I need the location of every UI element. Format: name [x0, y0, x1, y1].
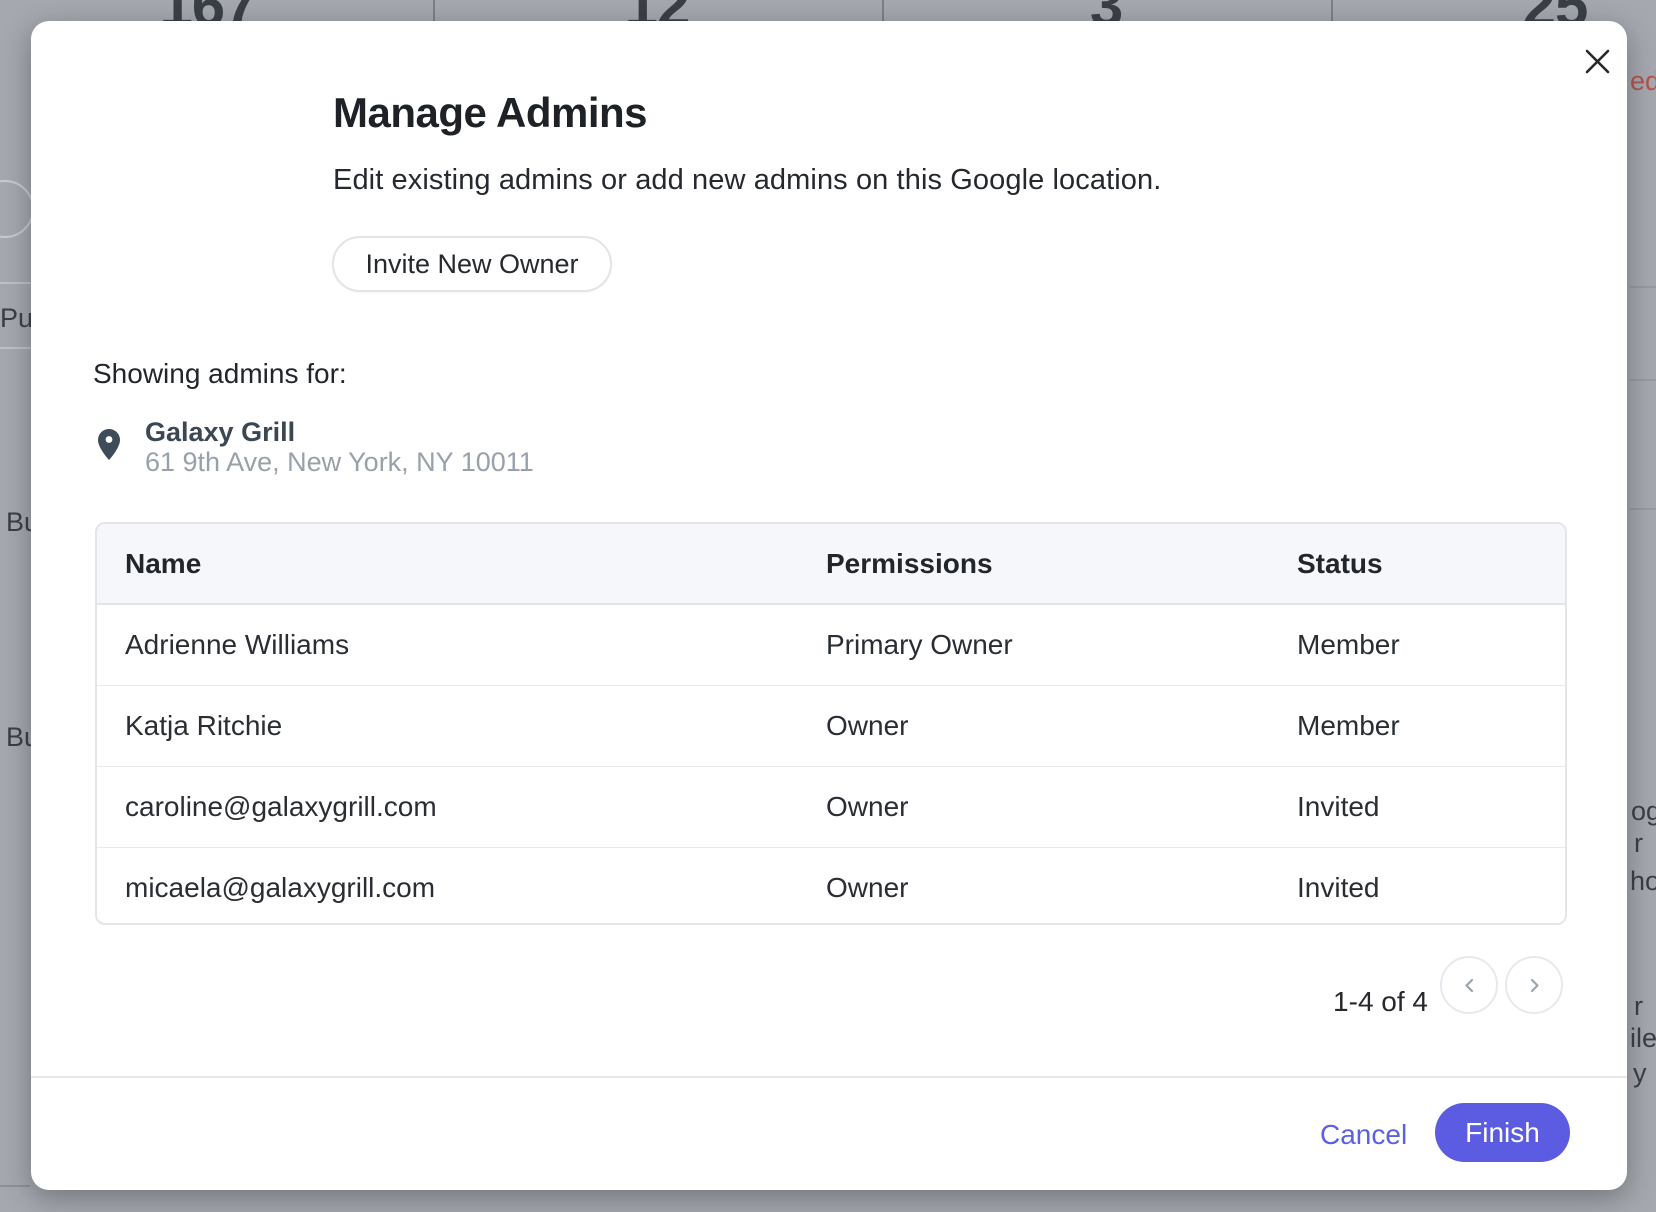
chevron-right-icon	[1527, 977, 1542, 994]
manage-admins-modal: Manage Admins Edit existing admins or ad…	[31, 21, 1627, 1190]
table-row[interactable]: Adrienne Williams Primary Owner Member	[97, 605, 1565, 686]
admin-status: Member	[1297, 686, 1400, 766]
admin-name: Adrienne Williams	[125, 605, 349, 685]
admin-status: Member	[1297, 605, 1400, 685]
bg-text-fragment-og: og	[1631, 796, 1656, 826]
bg-row-line	[0, 282, 31, 284]
bg-text-fragment-ile: ile	[1630, 1023, 1656, 1053]
column-header-permissions: Permissions	[826, 524, 993, 603]
bg-text-fragment-bu: Bu	[6, 722, 31, 752]
location-address: 61 9th Ave, New York, NY 10011	[145, 447, 534, 478]
bg-row-line	[0, 347, 31, 349]
bg-row-line	[1630, 379, 1656, 381]
bg-search-pill-fragment	[0, 180, 34, 238]
modal-description: Edit existing admins or add new admins o…	[333, 164, 1161, 197]
bg-text-fragment-r2: r	[1634, 991, 1643, 1021]
admin-status: Invited	[1297, 767, 1380, 847]
admin-name: Katja Ritchie	[125, 686, 282, 766]
location-pin-icon	[97, 428, 121, 466]
close-x-glyph	[1584, 48, 1611, 75]
bg-row-line	[1630, 508, 1656, 510]
showing-admins-label: Showing admins for:	[93, 358, 347, 390]
chevron-left-icon	[1462, 977, 1477, 994]
finish-button[interactable]: Finish	[1435, 1103, 1570, 1162]
footer-divider	[31, 1076, 1627, 1078]
location-name: Galaxy Grill	[145, 417, 295, 448]
bg-row-line	[1630, 286, 1656, 288]
invite-new-owner-label: Invite New Owner	[365, 249, 578, 280]
column-header-status: Status	[1297, 524, 1383, 603]
admin-permissions: Owner	[826, 848, 908, 925]
pagination-prev-button[interactable]	[1440, 956, 1498, 1014]
cancel-button[interactable]: Cancel	[1320, 1119, 1407, 1151]
admin-permissions: Primary Owner	[826, 605, 1013, 685]
bg-text-fragment-pub: Pub	[0, 303, 31, 333]
bg-text-fragment-red: ed	[1630, 66, 1656, 96]
close-icon[interactable]	[1578, 42, 1616, 80]
bg-text-fragment-ho: ho	[1630, 866, 1656, 896]
bg-text-fragment-r: r	[1634, 828, 1643, 858]
pagination-range-label: 1-4 of 4	[1298, 986, 1428, 1018]
table-row[interactable]: caroline@galaxygrill.com Owner Invited	[97, 767, 1565, 848]
admins-table: Name Permissions Status Adrienne William…	[95, 522, 1567, 925]
finish-button-label: Finish	[1465, 1117, 1540, 1149]
invite-new-owner-button[interactable]: Invite New Owner	[332, 236, 612, 292]
admin-permissions: Owner	[826, 767, 908, 847]
bg-text-fragment-y: y	[1633, 1058, 1647, 1088]
table-row[interactable]: micaela@galaxygrill.com Owner Invited	[97, 848, 1565, 925]
admins-table-header: Name Permissions Status	[97, 524, 1565, 605]
modal-title: Manage Admins	[333, 89, 647, 137]
table-row[interactable]: Katja Ritchie Owner Member	[97, 686, 1565, 767]
column-header-name: Name	[125, 524, 201, 603]
admin-status: Invited	[1297, 848, 1380, 925]
admin-permissions: Owner	[826, 686, 908, 766]
bg-row-line	[0, 1185, 30, 1187]
pagination-next-button[interactable]	[1505, 956, 1563, 1014]
admin-name: caroline@galaxygrill.com	[125, 767, 437, 847]
bg-text-fragment-bu: Bu	[6, 507, 31, 537]
admin-name: micaela@galaxygrill.com	[125, 848, 435, 925]
